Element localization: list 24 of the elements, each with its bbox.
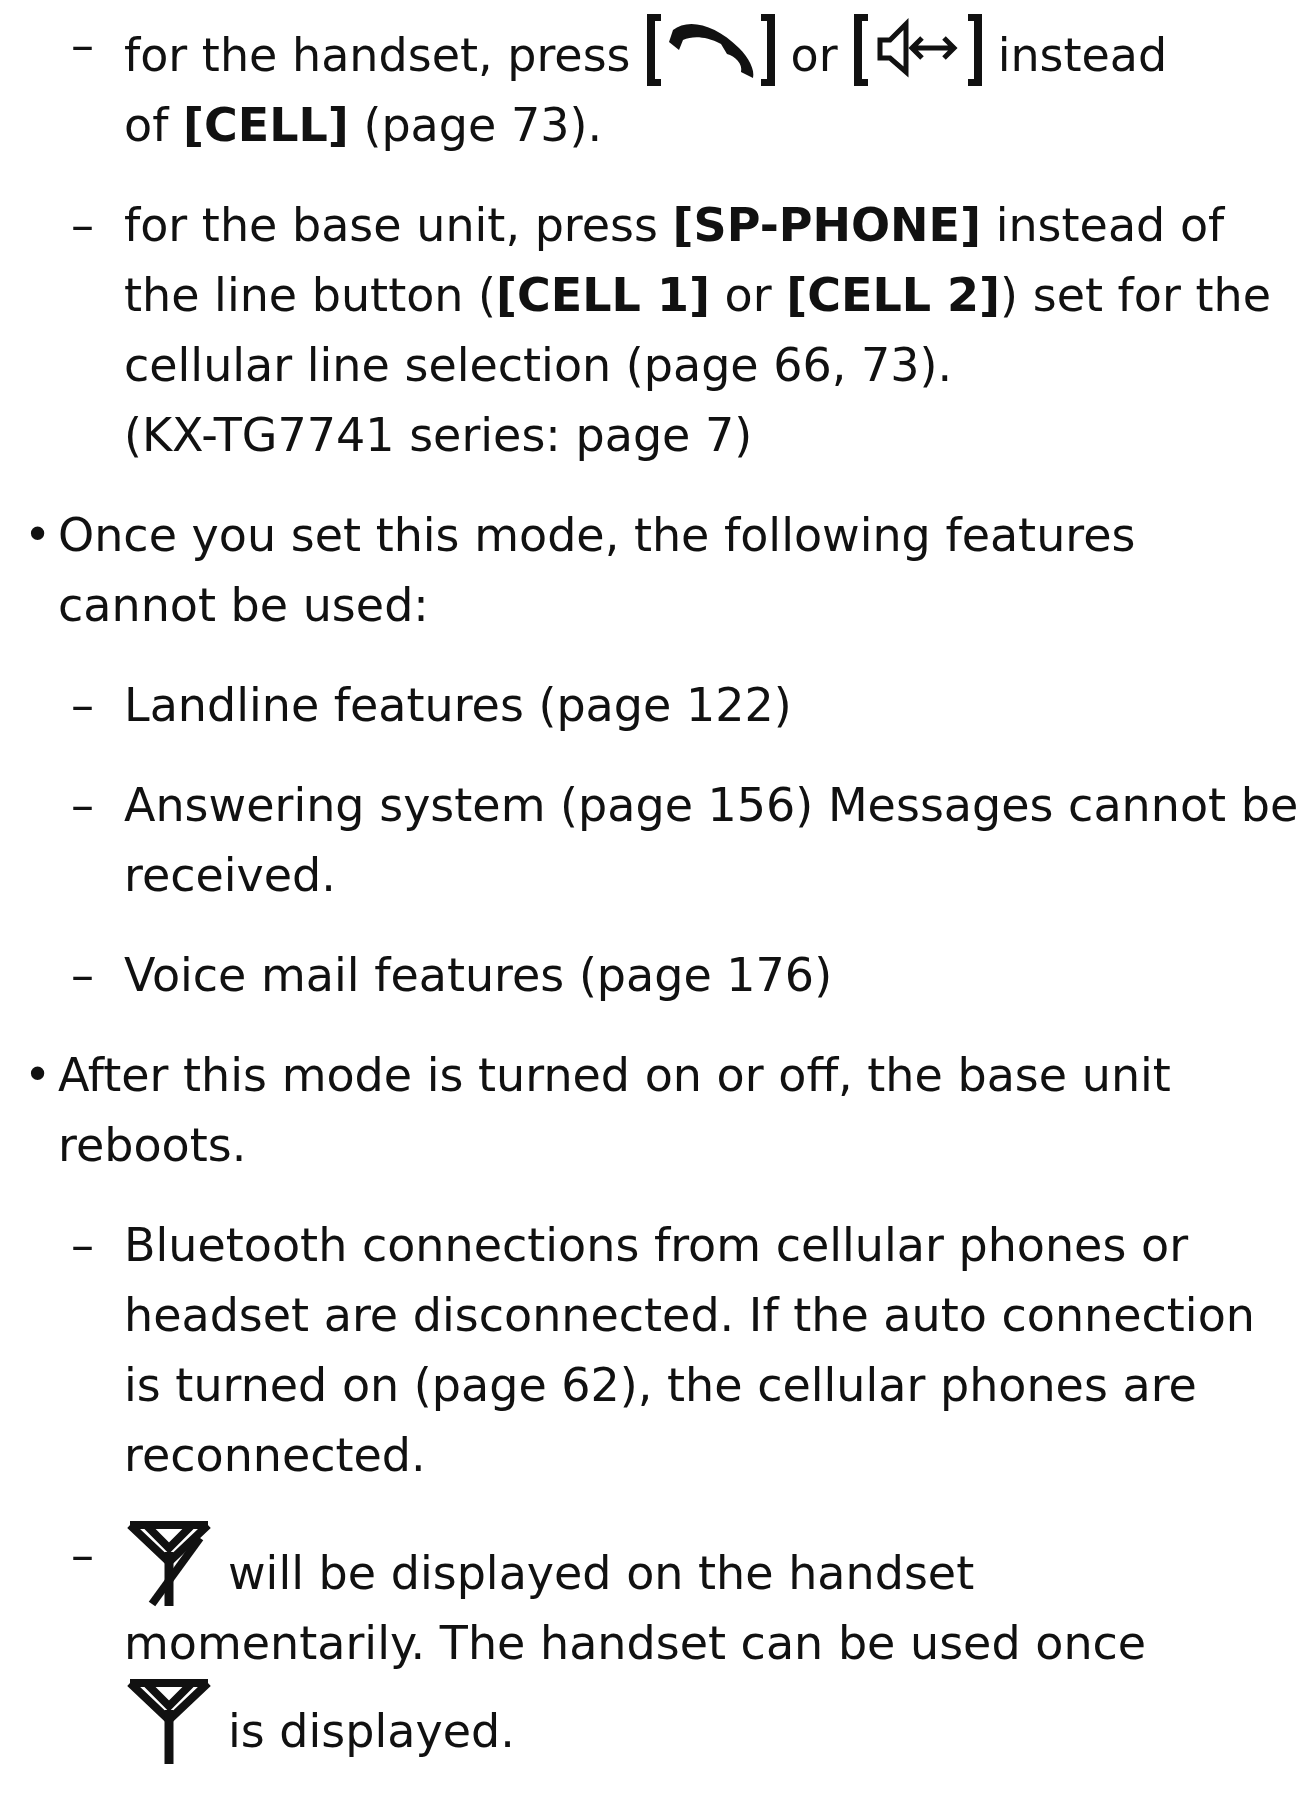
text: After this mode is turned on or off, the base unit reboots. (58, 1047, 1172, 1174)
dash-marker: – (71, 197, 95, 254)
dash-marker: – (71, 17, 95, 74)
dash-marker: – (71, 1217, 95, 1274)
text: will be displayed on the handset (228, 1545, 975, 1602)
text: Landline features (page 122) (124, 677, 793, 734)
text: momentarily. The handset can be used once (124, 1615, 1147, 1672)
text: for the base unit, press [SP-PHONE] instead of the line button ([CELL 1] or [CELL 2]) set for the cellular line selection (page 66, 73). (124, 197, 1272, 394)
text: of [CELL] (page 73). (124, 97, 602, 154)
text: Bluetooth connections from cellular phones or headset are disconnected. If the auto connection is turned on (page 62), the cellular phones are reconnected. (124, 1217, 1256, 1484)
text: Voice mail features (page 176) (124, 947, 834, 1004)
text: for the handset, press (124, 27, 631, 84)
text: is displayed. (228, 1703, 515, 1760)
text: or (790, 27, 838, 84)
text: Once you set this mode, the following features cannot be used: (58, 507, 1137, 634)
text: Answering system (page 156) Messages cannot be received. (124, 777, 1300, 904)
dash-marker: – (71, 1527, 95, 1584)
dash-marker: – (71, 677, 95, 734)
text: instead (997, 27, 1168, 84)
bullet-marker: • (24, 1047, 53, 1104)
dash-marker: – (71, 947, 95, 1004)
bullet-marker: • (24, 507, 53, 564)
text: (KX-TG7741 series: page 7) (124, 407, 754, 464)
dash-marker: – (71, 777, 95, 834)
